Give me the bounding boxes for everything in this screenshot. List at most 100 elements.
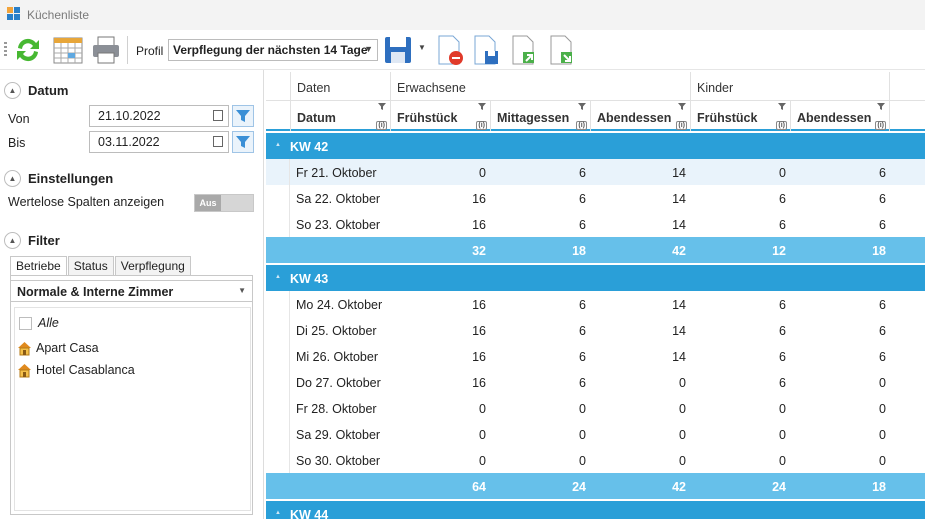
- cell-datum: Fr 21. Oktober: [296, 166, 377, 180]
- group-label: KW 42: [290, 140, 329, 154]
- bis-date-input[interactable]: 03.11.2022: [89, 131, 229, 153]
- column-filter-icon[interactable]: [578, 103, 586, 110]
- profil-dropdown[interactable]: Verpflegung der nächsten 14 Tage ▼: [168, 39, 378, 61]
- wertelose-spalten-label: Wertelose Spalten anzeigen: [8, 195, 165, 209]
- refresh-icon[interactable]: [12, 34, 44, 66]
- list-item-hotel-casablanca[interactable]: Hotel Casablanca: [17, 361, 135, 379]
- tab-betriebe[interactable]: Betriebe: [10, 256, 67, 276]
- column-header-fruehstueck-erwachsene[interactable]: Frühstück (i): [390, 101, 490, 131]
- window-title: Küchenliste: [27, 8, 90, 22]
- save-dropdown-icon[interactable]: ▼: [418, 43, 426, 52]
- cell-datum: Sa 29. Oktober: [296, 428, 381, 442]
- column-info-icon[interactable]: (i): [576, 121, 587, 130]
- filter-section-header[interactable]: ▲ Filter: [4, 230, 60, 250]
- collapse-icon[interactable]: ▲: [275, 510, 281, 516]
- zimmer-dropdown[interactable]: Normale & Interne Zimmer ▼: [10, 280, 253, 302]
- collapse-icon[interactable]: ▲: [4, 81, 21, 99]
- column-filter-icon[interactable]: [778, 103, 786, 110]
- cell-value: 14: [672, 192, 686, 206]
- table-row[interactable]: Di 25. Oktober 16 6 14 6 6: [266, 317, 925, 343]
- table-row[interactable]: Fr 28. Oktober 0 0 0 0 0: [266, 395, 925, 421]
- column-filter-icon[interactable]: [877, 103, 885, 110]
- column-info-icon[interactable]: (i): [376, 121, 387, 130]
- house-icon: [18, 341, 31, 355]
- column-header-fruehstueck-kinder[interactable]: Frühstück (i): [690, 101, 790, 131]
- einstellungen-section-header[interactable]: ▲ Einstellungen: [4, 168, 113, 188]
- row-indent: [266, 343, 290, 369]
- calendar-icon[interactable]: [52, 34, 84, 66]
- datum-section-header[interactable]: ▲ Datum: [4, 80, 68, 100]
- row-indent: [266, 447, 290, 473]
- collapse-icon[interactable]: ▲: [4, 169, 21, 187]
- bis-filter-button[interactable]: [232, 131, 254, 153]
- column-header-abendessen-erwachsene[interactable]: Abendessen (i): [590, 101, 690, 131]
- print-icon[interactable]: [90, 34, 122, 66]
- column-header-mittagessen-erwachsene[interactable]: Mittagessen (i): [490, 101, 590, 131]
- table-row[interactable]: So 23. Oktober 16 6 14 6 6: [266, 211, 925, 237]
- column-filter-icon[interactable]: [378, 103, 386, 110]
- column-info-icon[interactable]: (i): [476, 121, 487, 130]
- import-icon[interactable]: [546, 34, 578, 66]
- tab-status[interactable]: Status: [67, 256, 114, 275]
- band-header-kinder: Kinder: [690, 72, 890, 101]
- group-row[interactable]: ▲ KW 44: [266, 501, 925, 519]
- export-icon[interactable]: [508, 34, 540, 66]
- von-filter-button[interactable]: [232, 105, 254, 127]
- table-row[interactable]: So 30. Oktober 0 0 0 0 0: [266, 447, 925, 473]
- table-row[interactable]: Do 27. Oktober 16 6 0 6 0: [266, 369, 925, 395]
- cell-value: 14: [672, 350, 686, 364]
- title-bar: Küchenliste: [0, 0, 925, 30]
- collapse-icon[interactable]: ▲: [275, 142, 281, 148]
- delete-document-icon[interactable]: [434, 34, 466, 66]
- group-summary-row: 32 18 42 12 18: [266, 237, 925, 263]
- cell-value: 0: [779, 454, 786, 468]
- collapse-icon[interactable]: ▲: [4, 231, 21, 249]
- cell-datum: Mo 24. Oktober: [296, 298, 383, 312]
- table-row[interactable]: Sa 22. Oktober 16 6 14 6 6: [266, 185, 925, 211]
- row-indent: [266, 159, 290, 185]
- cell-value: 6: [779, 192, 786, 206]
- calendar-picker-icon[interactable]: [213, 110, 223, 121]
- column-info-icon[interactable]: (i): [875, 121, 886, 130]
- save-document-icon[interactable]: [470, 34, 502, 66]
- checkbox[interactable]: [19, 316, 32, 330]
- cell-value: 6: [579, 376, 586, 390]
- column-filter-icon[interactable]: [678, 103, 686, 110]
- cell-value: 14: [672, 298, 686, 312]
- table-row[interactable]: Mi 26. Oktober 16 6 14 6 6: [266, 343, 925, 369]
- cell-value: 0: [579, 428, 586, 442]
- tab-verpflegung[interactable]: Verpflegung: [114, 256, 191, 275]
- summary-value: 32: [472, 244, 486, 258]
- list-item-alle[interactable]: Alle: [19, 314, 59, 332]
- cell-value: 16: [472, 218, 486, 232]
- group-row[interactable]: ▲ KW 42: [266, 133, 925, 159]
- cell-value: 6: [779, 218, 786, 232]
- cell-value: 0: [679, 402, 686, 416]
- table-row[interactable]: Fr 21. Oktober 0 6 14 0 6: [266, 159, 925, 185]
- cell-datum: So 30. Oktober: [296, 454, 381, 468]
- table-row[interactable]: Mo 24. Oktober 16 6 14 6 6: [266, 291, 925, 317]
- cell-value: 6: [879, 166, 886, 180]
- bis-date-value: 03.11.2022: [98, 135, 160, 149]
- save-icon[interactable]: [382, 34, 414, 66]
- row-indent: [266, 395, 290, 421]
- column-header-abendessen-kinder[interactable]: Abendessen (i): [790, 101, 890, 131]
- group-row[interactable]: ▲ KW 43: [266, 265, 925, 291]
- column-info-icon[interactable]: (i): [676, 121, 687, 130]
- wertelose-spalten-toggle[interactable]: Aus: [194, 194, 254, 212]
- von-date-input[interactable]: 21.10.2022: [89, 105, 229, 127]
- list-item-apart-casa[interactable]: Apart Casa: [17, 339, 99, 357]
- column-filter-icon[interactable]: [478, 103, 486, 110]
- collapse-icon[interactable]: ▲: [275, 274, 281, 280]
- cell-value: 0: [579, 402, 586, 416]
- chevron-down-icon: ▼: [364, 44, 373, 54]
- row-indent: [266, 185, 290, 211]
- column-header-datum[interactable]: Datum (i): [290, 101, 390, 131]
- row-indent: [266, 369, 290, 395]
- column-info-icon[interactable]: (i): [776, 121, 787, 130]
- table-row[interactable]: Sa 29. Oktober 0 0 0 0 0: [266, 421, 925, 447]
- house-icon: [18, 363, 31, 377]
- calendar-picker-icon[interactable]: [213, 136, 223, 147]
- list-item-label: Hotel Casablanca: [36, 363, 135, 377]
- toolbar-grip[interactable]: [4, 42, 7, 58]
